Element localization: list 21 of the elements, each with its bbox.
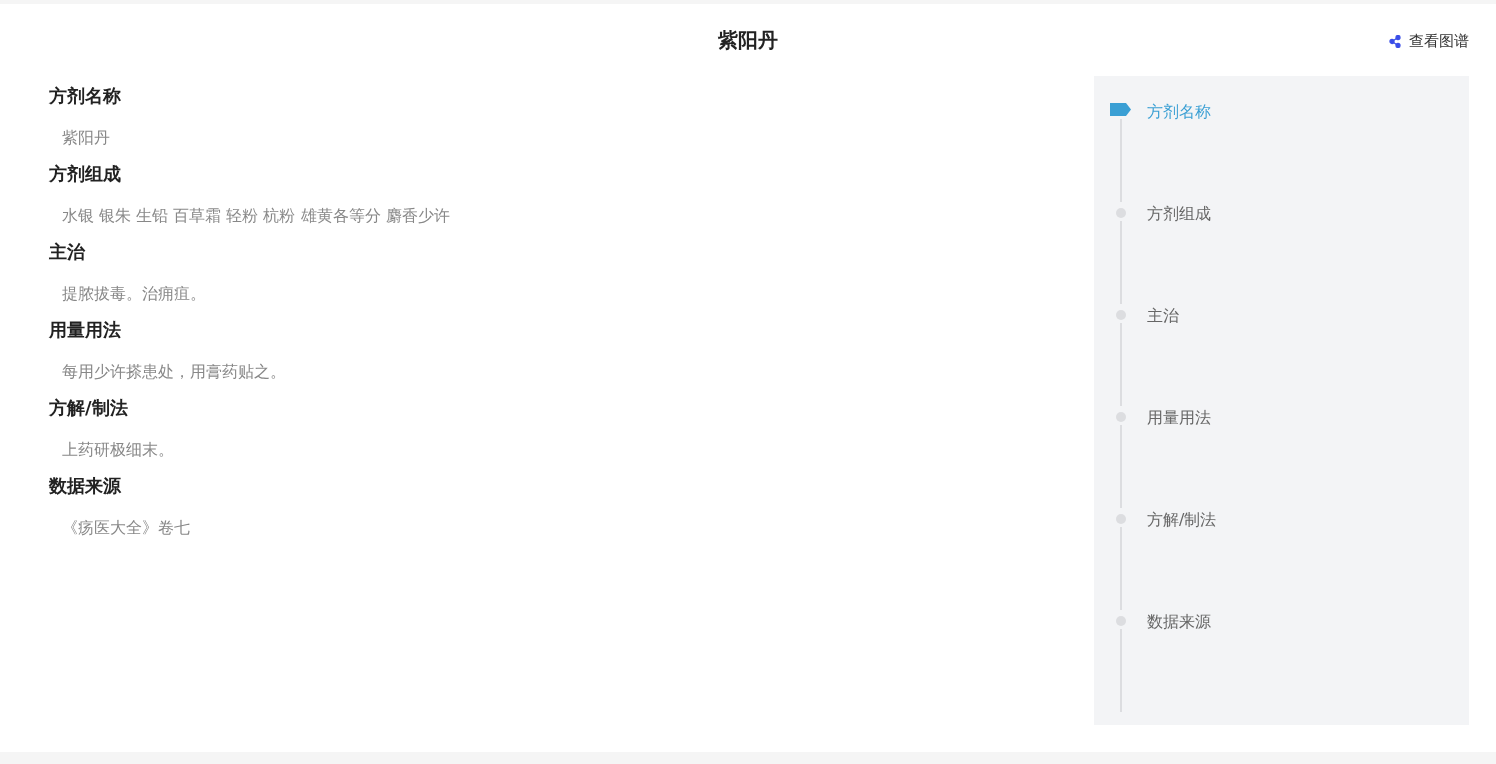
section-heading: 方剂组成	[49, 162, 122, 186]
section-heading: 方解/制法	[49, 396, 129, 420]
section-value: 每用少许搽患处，用膏药贴之。	[61, 361, 287, 383]
section-heading: 用量用法	[49, 318, 122, 342]
toc-link[interactable]: 方剂组成	[1147, 204, 1211, 223]
section-heading: 数据来源	[49, 474, 122, 498]
toc-link[interactable]: 数据来源	[1147, 612, 1211, 631]
section-heading: 主治	[49, 240, 86, 264]
link-label: 查看图谱	[1409, 32, 1469, 51]
section-heading: 方剂名称	[49, 84, 122, 108]
toc-link[interactable]: 方解/制法	[1147, 510, 1217, 529]
page-title: 紫阳丹	[718, 26, 778, 54]
section-value: 水银 银朱 生铅 百草霜 轻粉 杭粉 雄黄各等分 麝香少许	[61, 205, 451, 227]
section-value: 紫阳丹	[61, 127, 111, 149]
view-graph-link[interactable]: 查看图谱	[1389, 32, 1469, 51]
section-value: 《疡医大全》卷七	[61, 517, 191, 539]
toc-link[interactable]: 主治	[1147, 306, 1179, 325]
section-value: 提脓拔毒。治痈疽。	[61, 283, 207, 305]
share-icon	[1389, 35, 1401, 48]
section-value: 上药研极细末。	[61, 439, 175, 461]
toc-link[interactable]: 用量用法	[1147, 408, 1211, 427]
